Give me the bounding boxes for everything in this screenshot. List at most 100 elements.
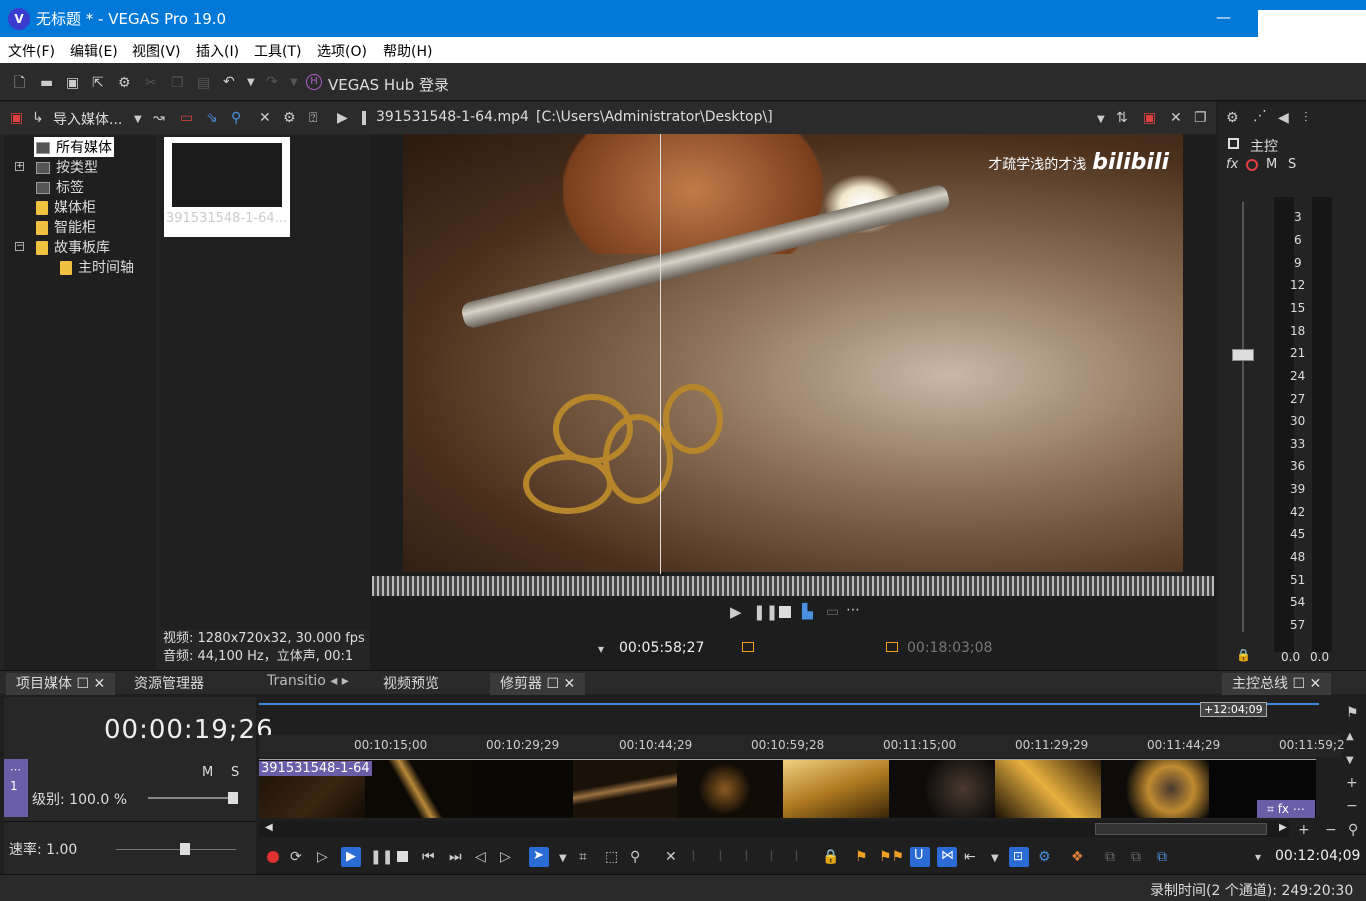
track-mute-button[interactable]: M — [202, 765, 213, 780]
redo-dropdown-icon[interactable]: ▼ — [290, 75, 298, 91]
timeline-timecode[interactable]: 00:00:19;26 — [104, 715, 274, 745]
tree-by-type[interactable]: 按类型 — [36, 157, 98, 177]
minimize-button[interactable]: — — [1216, 8, 1231, 26]
zoom-out-icon[interactable]: − — [1325, 822, 1337, 838]
copy-icon[interactable]: ❐ — [171, 75, 184, 91]
insert-marker-icon[interactable]: ⚑ — [855, 849, 868, 865]
undo-icon[interactable]: ↶ — [223, 74, 235, 90]
tab-master-bus[interactable]: 主控总线 ☐ ✕ — [1222, 673, 1332, 695]
open-folder-icon[interactable]: ▬ — [40, 75, 53, 91]
tree-tags[interactable]: 标签 — [36, 177, 84, 197]
vscroll-down-icon[interactable]: ▼ — [1346, 753, 1354, 769]
trimmer-audio-waveform[interactable] — [372, 576, 1214, 596]
track-menu-icon[interactable]: ⋯ — [10, 763, 21, 776]
menu-help[interactable]: 帮助(H) — [383, 41, 432, 61]
track-zoom-in-icon[interactable]: + — [1346, 775, 1358, 791]
media-fx-icon[interactable]: ⍰ — [309, 110, 317, 126]
ripple-dropdown-icon[interactable]: ▼ — [991, 851, 999, 867]
get-media-icon[interactable]: ▭ — [180, 110, 193, 126]
ignore-grouping-icon[interactable]: ⚙ — [1038, 849, 1051, 865]
undo-dropdown-icon[interactable]: ▼ — [247, 75, 255, 91]
timeline-cursor-time[interactable]: 00:12:04;09 — [1275, 848, 1360, 864]
split-trim-icon[interactable]: ⦚ — [770, 849, 773, 865]
split-icon[interactable]: ⦚ — [745, 849, 748, 865]
trimmer-options-icon[interactable]: ❐ — [1194, 110, 1207, 126]
media-thumbnail[interactable]: 391531548-1-64... — [164, 137, 290, 237]
menu-insert[interactable]: 插入(I) — [196, 41, 239, 61]
master-solo-button[interactable]: S — [1288, 157, 1296, 172]
pause-icon[interactable]: ❚❚ — [753, 604, 778, 620]
track-solo-button[interactable]: S — [231, 765, 239, 780]
search-media-icon[interactable]: ⚲ — [231, 110, 241, 126]
menu-view[interactable]: 视图(V) — [132, 41, 181, 61]
clear-icon[interactable]: ✕ — [259, 110, 271, 126]
master-eq-icon[interactable]: ⫶ — [1304, 110, 1308, 126]
group-icon[interactable]: ⧉ — [1105, 849, 1115, 865]
properties-gear-icon[interactable]: ⚙ — [118, 75, 131, 91]
stop-icon[interactable] — [779, 606, 791, 618]
timeline-hscroll[interactable]: ◀ ▶ — [259, 821, 1289, 837]
multicam-icon[interactable]: ⧉ — [1157, 849, 1167, 865]
remove-media-icon[interactable]: ▣ — [10, 110, 23, 126]
edit-tool-dropdown-icon[interactable]: ▼ — [559, 851, 567, 867]
sort-icon[interactable]: ⇅ — [1116, 110, 1128, 126]
normal-edit-tool[interactable]: ➤ — [529, 847, 549, 867]
lock-icon[interactable]: 🔒 — [1236, 647, 1251, 663]
menu-edit[interactable]: 编辑(E) — [70, 41, 118, 61]
trimmer-cursor[interactable] — [660, 134, 661, 574]
scroll-right-icon[interactable]: ▶ — [1279, 822, 1287, 833]
loop-icon[interactable]: ⟳ — [290, 849, 302, 865]
master-downmix-icon[interactable]: ⋰ — [1253, 108, 1267, 124]
import-media-icon[interactable]: ↳ — [32, 110, 44, 126]
replace-icon[interactable]: ⇘ — [206, 110, 218, 126]
master-fx-chain-icon[interactable] — [1228, 138, 1239, 149]
more-options-icon[interactable]: ⋯ — [846, 602, 860, 618]
trimmer-cursor-time[interactable]: 00:05:58;27 — [619, 640, 704, 656]
menu-options[interactable]: 选项(O) — [317, 41, 367, 61]
trimmer-end-time[interactable]: 00:18:03;08 — [907, 640, 992, 656]
media-properties-gear-icon[interactable]: ⚙ — [283, 110, 296, 126]
zoom-in-icon[interactable]: + — [1298, 822, 1310, 838]
envelope-tool-icon[interactable]: ⌗ — [579, 849, 587, 865]
next-frame-icon[interactable]: ▷ — [500, 849, 511, 865]
clear-trimmer-icon[interactable]: ✕ — [1170, 110, 1182, 126]
track-number-strip[interactable]: ⋯ 1 — [4, 759, 28, 817]
timeline-ruler[interactable]: 00:10:15;00 00:10:29;29 00:10:44;29 00:1… — [259, 735, 1345, 757]
preview-play-icon[interactable]: ▶ — [337, 110, 348, 126]
redo-icon[interactable]: ↷ — [266, 74, 278, 90]
tab-trimmer[interactable]: 修剪器 ☐ ✕ — [490, 673, 586, 695]
master-mute-button[interactable]: M — [1266, 157, 1277, 172]
prev-frame-icon[interactable]: ◁ — [475, 849, 486, 865]
expand-icon[interactable]: + — [15, 162, 24, 171]
event-fx-button[interactable]: ⌗ fx ⋯ — [1257, 800, 1315, 818]
import-media-button[interactable]: 导入媒体... — [53, 109, 122, 129]
scroll-thumb[interactable] — [1095, 823, 1267, 835]
tree-all-media[interactable]: 所有媒体 — [34, 137, 114, 157]
insert-region-icon[interactable]: ⚑⚑ — [879, 849, 904, 865]
auto-crossfade-toggle[interactable]: ⋈ — [937, 847, 957, 867]
tab-transitions[interactable]: Transitio ◂ ▸ — [267, 673, 349, 689]
scroll-left-icon[interactable]: ◀ — [265, 822, 273, 833]
tree-main-timeline[interactable]: 主时间轴 — [60, 257, 134, 277]
cut-icon[interactable]: ✂ — [145, 75, 157, 91]
capture-icon[interactable]: ↝ — [153, 110, 165, 126]
add-to-timeline-icon[interactable]: ▙ — [802, 604, 813, 620]
ungroup-icon[interactable]: ⧉ — [1131, 849, 1141, 865]
trimmer-video-frame[interactable]: 才疏学浅的才浅 bilibili — [403, 134, 1183, 572]
master-gear-icon[interactable]: ⚙ — [1226, 110, 1239, 126]
tree-smart-bin[interactable]: 智能柜 — [36, 217, 96, 237]
pause-icon[interactable]: ❚❚ — [370, 849, 393, 865]
go-to-start-icon[interactable]: ⏮ — [422, 849, 435, 865]
trim-end-icon[interactable]: ⦚ — [719, 849, 722, 865]
delete-icon[interactable]: ✕ — [665, 849, 677, 865]
collapse-icon[interactable]: − — [15, 242, 24, 251]
lock-envelopes-toggle[interactable]: ⊡ — [1009, 847, 1029, 867]
menu-tools[interactable]: 工具(T) — [254, 41, 301, 61]
save-icon[interactable]: ▣ — [66, 75, 79, 91]
rate-slider-handle[interactable] — [180, 843, 190, 855]
import-dropdown-icon[interactable]: ▼ — [134, 112, 142, 128]
level-slider-handle[interactable] — [228, 792, 238, 804]
color-match-icon[interactable]: ❖ — [1071, 849, 1084, 865]
vscroll-up-icon[interactable]: ▲ — [1346, 729, 1354, 745]
tab-explorer[interactable]: 资源管理器 — [134, 673, 204, 693]
